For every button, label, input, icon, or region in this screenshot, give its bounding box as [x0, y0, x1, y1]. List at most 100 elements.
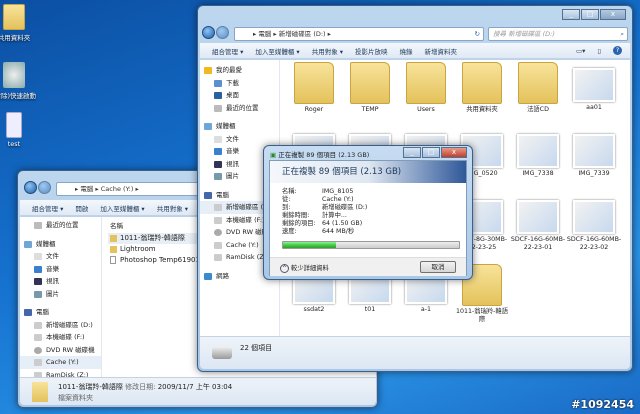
image-thumbnail — [517, 200, 559, 234]
share-button[interactable]: 共用對象 ▾ — [157, 203, 188, 213]
nav-item[interactable]: 文件 — [20, 250, 101, 263]
address-bar[interactable]: ▸ 電腦 ▸ 新增磁碟區 (D:) ▸ ↻ — [234, 27, 484, 41]
open-button[interactable]: 開啟 — [75, 203, 88, 213]
drive-icon — [212, 347, 232, 359]
window-controls: _ □ x — [403, 147, 467, 158]
file-item[interactable]: TEMP — [342, 62, 398, 114]
toolbar: 組合管理 ▾ 加入至媒體櫃 ▾ 共用對象 ▾ 投影片放映 燒錄 新增資料夾 ▭▾… — [200, 43, 630, 59]
desktop-icon-test[interactable]: test — [0, 112, 38, 148]
forward-button[interactable] — [216, 26, 229, 39]
copy-icon: ▣ — [270, 151, 277, 159]
desktop-icon-cleanup[interactable]: (清除)快速啟動 — [0, 62, 38, 100]
detail-value: 644 MB/秒 — [322, 228, 355, 235]
file-item[interactable]: IMG_7338 — [510, 128, 566, 178]
refresh-icon[interactable]: ↻ — [475, 28, 480, 40]
detail-value: Cache (Y:) — [322, 196, 354, 203]
desktop-icon-shared-folder[interactable]: 共用資料夾 — [0, 4, 38, 42]
file-item[interactable]: 法語CD — [510, 62, 566, 114]
folder-icon — [110, 246, 117, 253]
minimize-button[interactable]: _ — [562, 9, 580, 20]
window-controls: _ □ x — [562, 9, 626, 20]
detail-label: 到: — [282, 204, 291, 211]
close-button[interactable]: x — [600, 9, 626, 20]
file-item[interactable]: aa01 — [566, 62, 622, 112]
file-item-label: 法語CD — [527, 106, 549, 113]
folder-icon — [350, 62, 390, 104]
file-item-label: Users — [417, 106, 435, 113]
detail-value: 計算中... — [322, 212, 347, 219]
cancel-button[interactable]: 取消 — [420, 261, 456, 273]
detail-row: 到: 新增磁碟區 (D:) — [282, 204, 367, 212]
breadcrumb: ▸ 電腦 ▸ 新增磁碟區 (D:) ▸ — [253, 30, 331, 38]
slideshow-button[interactable]: 投影片放映 — [355, 46, 388, 56]
nav-item[interactable]: Cache (Y:) — [20, 356, 101, 369]
add-to-library-button[interactable]: 加入至媒體櫃 ▾ — [255, 46, 299, 56]
new-folder-button[interactable]: 新增資料夾 — [425, 46, 458, 56]
file-row[interactable]: Lightroom — [108, 244, 156, 255]
folder-icon — [462, 62, 502, 104]
file-item[interactable]: IMG_7339 — [566, 128, 622, 178]
star-icon — [204, 67, 212, 74]
nav-item[interactable]: 音樂 — [20, 263, 101, 276]
file-icon — [6, 112, 22, 138]
details-pane: 1011-翁瑞羚-韓語際 修改日期: 2009/11/7 上午 03:04 檔案… — [20, 377, 376, 405]
detail-row: 剩餘的項目: 64 (1.50 GB) — [282, 220, 367, 228]
detail-row: 速度: 644 MB/秒 — [282, 228, 367, 236]
folder-icon — [406, 62, 446, 104]
nav-item[interactable]: 文件 — [200, 133, 279, 146]
column-header-name[interactable]: 名稱 — [110, 220, 123, 230]
forward-button[interactable] — [38, 181, 51, 194]
nav-item[interactable]: 下載 — [200, 77, 279, 90]
chevron-up-icon: ^ — [280, 264, 289, 273]
nav-item[interactable]: 電腦 — [20, 306, 101, 319]
detail-label: 從: — [282, 196, 291, 203]
nav-item[interactable]: 媒體櫃 — [200, 120, 279, 133]
nav-item[interactable]: 桌面 — [200, 89, 279, 102]
nav-item[interactable]: 視訊 — [20, 275, 101, 288]
detail-label: 名稱: — [282, 188, 297, 195]
nav-item[interactable]: 新增磁碟區 (D:) — [20, 319, 101, 332]
nav-item[interactable]: 本機磁碟 (F:) — [20, 331, 101, 344]
detail-label: 剩餘時間: — [282, 212, 310, 219]
file-item[interactable]: Roger — [286, 62, 342, 114]
view-options-icon[interactable]: ▭▾ — [576, 47, 585, 55]
share-button[interactable]: 共用對象 ▾ — [312, 46, 343, 56]
add-to-library-button[interactable]: 加入至媒體櫃 ▾ — [100, 203, 144, 213]
nav-item[interactable]: 圖片 — [20, 288, 101, 301]
back-button[interactable] — [202, 26, 215, 39]
details-toggle[interactable]: ^ 較少詳細資料 — [280, 263, 329, 273]
maximize-button[interactable]: □ — [581, 9, 599, 20]
file-item[interactable]: SDCF-16G-60MB-22-23-01 — [510, 194, 566, 252]
minimize-button[interactable]: _ — [403, 147, 421, 158]
file-item-label: 共用資料夾 — [466, 106, 498, 113]
maximize-button[interactable]: □ — [422, 147, 440, 158]
folder-icon — [294, 62, 334, 104]
file-item[interactable]: Users — [398, 62, 454, 114]
detail-label: 速度: — [282, 228, 297, 235]
file-item-label: SDCF-16G-60MB-22-23-01 — [510, 236, 566, 251]
breadcrumb: ▸ 電腦 ▸ Cache (Y:) ▸ — [75, 185, 139, 193]
organize-button[interactable]: 組合管理 ▾ — [32, 203, 63, 213]
file-item-label: Roger — [304, 106, 324, 113]
file-item[interactable]: 共用資料夾 — [454, 62, 510, 114]
burn-button[interactable]: 燒錄 — [400, 46, 413, 56]
help-icon[interactable]: ? — [613, 46, 622, 55]
image-thumbnail — [573, 134, 615, 168]
image-thumbnail — [517, 134, 559, 168]
file-item[interactable]: SDCF-16G-60MB-22-23-02 — [566, 194, 622, 252]
file-row[interactable]: 1011-翁瑞羚-韓語際 — [108, 233, 198, 244]
nav-item[interactable]: DVD RW 磁碟機 — [20, 344, 101, 357]
nav-item[interactable]: 媒體櫃 — [20, 238, 101, 251]
search-input[interactable]: 搜尋 新增磁碟區 (D:) ⌕ — [488, 27, 628, 41]
back-button[interactable] — [24, 181, 37, 194]
preview-pane-icon[interactable]: ▯ — [597, 47, 601, 55]
folder-icon — [3, 4, 25, 30]
close-button[interactable]: x — [441, 147, 467, 158]
gear-icon — [3, 62, 25, 88]
folder-icon — [518, 62, 558, 104]
nav-item[interactable]: 最近的位置 — [200, 102, 279, 115]
nav-item[interactable]: 我的最愛 — [200, 64, 279, 77]
file-icon — [110, 256, 116, 264]
organize-button[interactable]: 組合管理 ▾ — [212, 46, 243, 56]
nav-item[interactable]: 最近的位置 — [20, 219, 101, 232]
